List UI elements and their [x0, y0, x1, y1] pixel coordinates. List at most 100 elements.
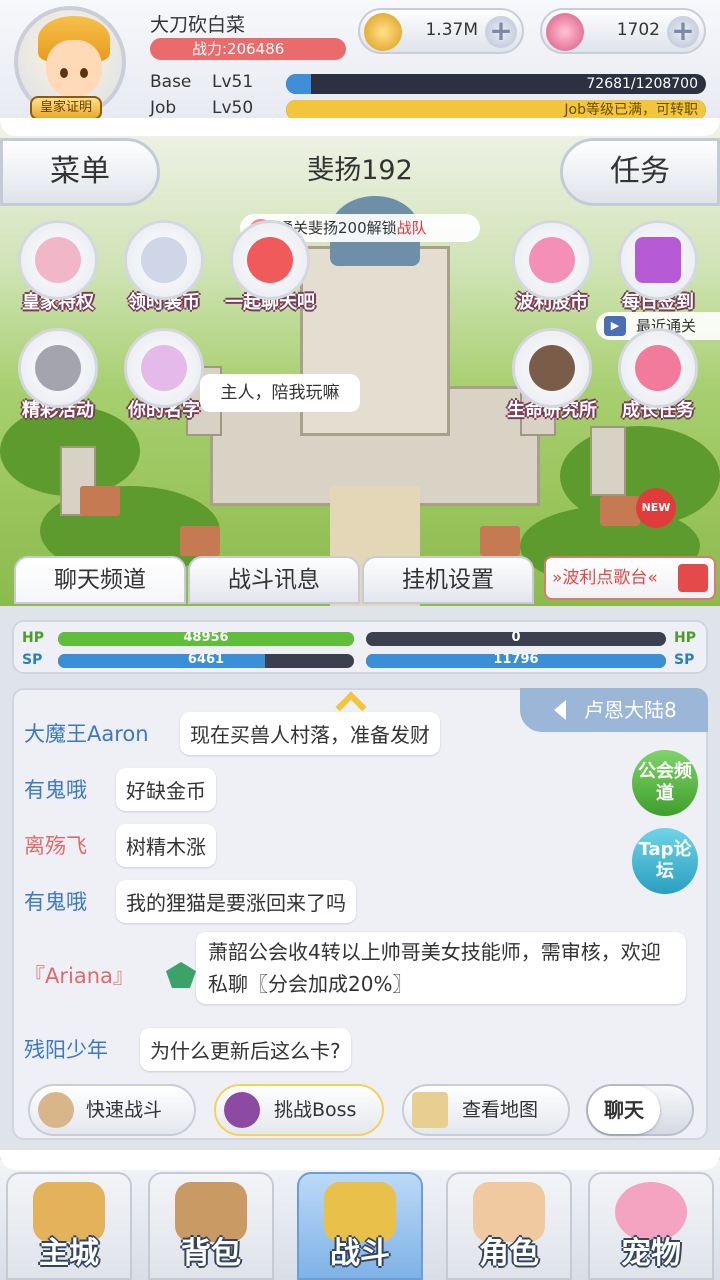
events-button[interactable]: 精彩活动 [8, 328, 108, 422]
menu-button[interactable]: 菜单 [0, 138, 160, 206]
combat-power: 战力:206486 [150, 38, 346, 60]
boss-icon [224, 1092, 260, 1128]
job-label: Job [150, 98, 177, 118]
fighter-icon [38, 1092, 74, 1128]
avatar-eye [80, 68, 88, 78]
nav-main-city[interactable]: 主城 [6, 1172, 132, 1280]
royal-privilege-button[interactable]: 皇家特权 [8, 220, 108, 314]
tap-forum-button[interactable]: Tap论坛 [632, 828, 698, 894]
hp-sp-panel: HP SP 48956 6461 0 11796 HP SP [12, 620, 708, 674]
nav-backpack-label: 背包 [181, 1236, 241, 1271]
royal-privilege-icon [18, 220, 98, 300]
chat-user[interactable]: 残阳少年 [24, 1034, 108, 1064]
snow-edge [0, 1150, 720, 1170]
chat-user[interactable]: 有鬼哦 [24, 886, 87, 916]
avatar-face [46, 40, 102, 98]
chat-user[interactable]: 离殇飞 [24, 830, 87, 860]
house [480, 526, 520, 556]
castle-tower [590, 426, 626, 496]
chat-user[interactable]: 『Ariana』 [24, 960, 134, 990]
enemy-sp-bar: 11796 [366, 654, 666, 668]
chat-toggle[interactable]: 聊天 [586, 1084, 694, 1136]
life-research-button[interactable]: 生命研究所 [502, 328, 602, 422]
nav-battle-label: 战斗 [330, 1236, 390, 1271]
gem-value: 1702 [616, 20, 660, 40]
chat-bubble: 好缺金币 [116, 768, 216, 811]
tab-idle-settings[interactable]: 挂机设置 [362, 556, 534, 604]
chat-bubble: 萧韶公会收4转以上帅哥美女技能师，需审核，欢迎私聊〖分会加成20%〗 [196, 932, 686, 1004]
chat-user[interactable]: 有鬼哦 [24, 774, 87, 804]
add-zeny-button[interactable]: + [485, 16, 517, 48]
player-name: 大刀砍白菜 [150, 14, 246, 36]
poring-stock-button[interactable]: 波利股市 [502, 220, 602, 314]
nav-pet[interactable]: 宠物 [588, 1172, 714, 1280]
job-exp-text: Job等级已满，可转职 [564, 102, 698, 118]
chat-together-button[interactable]: 一起聊天吧 [220, 220, 320, 314]
nav-backpack[interactable]: 背包 [148, 1172, 274, 1280]
enemy-sp-value: 11796 [493, 654, 539, 667]
zeny-coin-icon [364, 13, 402, 51]
heart-balloons-icon [618, 328, 698, 408]
gem-icon [546, 13, 584, 51]
chat-bubble: 现在买兽人村落，准备发财 [180, 712, 440, 755]
house [600, 496, 640, 526]
enemy-hp-bar: 0 [366, 632, 666, 646]
nav-character[interactable]: 角色 [446, 1172, 572, 1280]
pet-speech-bubble: 主人，陪我玩嘛 [200, 374, 360, 412]
gem-counter: 1702 + [540, 8, 706, 54]
events-icon [18, 328, 98, 408]
bracelet-icon [124, 220, 204, 300]
avatar-eye [60, 68, 68, 78]
growth-task-button[interactable]: 成长任务 [608, 328, 708, 422]
hp-label-left: HP [22, 630, 44, 646]
quick-battle-button[interactable]: 快速战斗 [28, 1084, 196, 1136]
tab-battle-log[interactable]: 战斗讯息 [188, 556, 360, 604]
base-level: Lv51 [212, 72, 254, 92]
royal-badge[interactable]: 皇家证明 [30, 96, 102, 120]
poring-radio-button[interactable]: »波利点歌台« [544, 556, 716, 600]
region-selector[interactable]: 卢恩大陆8 [520, 688, 708, 732]
enemy-hp-value: 0 [511, 632, 521, 645]
quick-battle-label: 快速战斗 [86, 1099, 163, 1121]
daily-signin-button[interactable]: 每日签到 [608, 220, 708, 314]
wings-icon [124, 328, 204, 408]
chevron-left-icon [554, 700, 566, 720]
house [180, 526, 220, 556]
equalizer-icon [678, 564, 708, 592]
base-exp-text: 72681/1208700 [586, 76, 698, 92]
player-sp-value: 6461 [187, 654, 225, 667]
gift-box-icon [618, 220, 698, 300]
add-gem-button[interactable]: + [667, 16, 699, 48]
nav-pet-label: 宠物 [621, 1236, 681, 1271]
job-level: Lv50 [212, 98, 254, 118]
task-button[interactable]: 任务 [560, 138, 720, 206]
chat-toggle-label: 聊天 [588, 1086, 660, 1134]
your-name-button[interactable]: 你的名字 [114, 328, 214, 422]
sp-label-left: SP [22, 652, 43, 668]
zeny-counter: 1.37M + [358, 8, 524, 54]
new-badge[interactable]: NEW [636, 488, 676, 528]
chat-bubble: 树精木涨 [116, 824, 216, 867]
player-hp-value: 48956 [183, 632, 229, 645]
chat-bubble: 我的狸猫是要涨回来了吗 [116, 880, 356, 923]
nav-character-label: 角色 [479, 1236, 539, 1271]
challenge-boss-label: 挑战Boss [274, 1099, 357, 1121]
timed-gear-button[interactable]: 领时装币 [114, 220, 214, 314]
guild-channel-button[interactable]: 公会频道 [632, 750, 698, 816]
notice-highlight: 战队 [396, 219, 427, 237]
hp-label-right: HP [674, 630, 696, 646]
base-exp-bar: 72681/1208700 [286, 74, 706, 94]
chat-user[interactable]: 大魔王Aaron [24, 718, 149, 748]
poring-stock-icon [512, 220, 592, 300]
nav-battle[interactable]: 战斗 [297, 1172, 423, 1280]
top-hud: 皇家证明 大刀砍白菜 战力:206486 1.37M + 1702 + Base… [0, 0, 720, 130]
tab-chat-channel[interactable]: 聊天频道 [14, 556, 186, 604]
zeny-value: 1.37M [425, 20, 478, 40]
snow-edge [0, 118, 720, 136]
view-map-button[interactable]: 查看地图 [402, 1084, 570, 1136]
challenge-boss-button[interactable]: 挑战Boss [214, 1084, 384, 1136]
job-exp-bar: Job等级已满，可转职 [286, 100, 706, 120]
map-scroll-icon [412, 1092, 448, 1128]
player-hp-bar: 48956 [58, 632, 354, 646]
house [80, 486, 120, 516]
